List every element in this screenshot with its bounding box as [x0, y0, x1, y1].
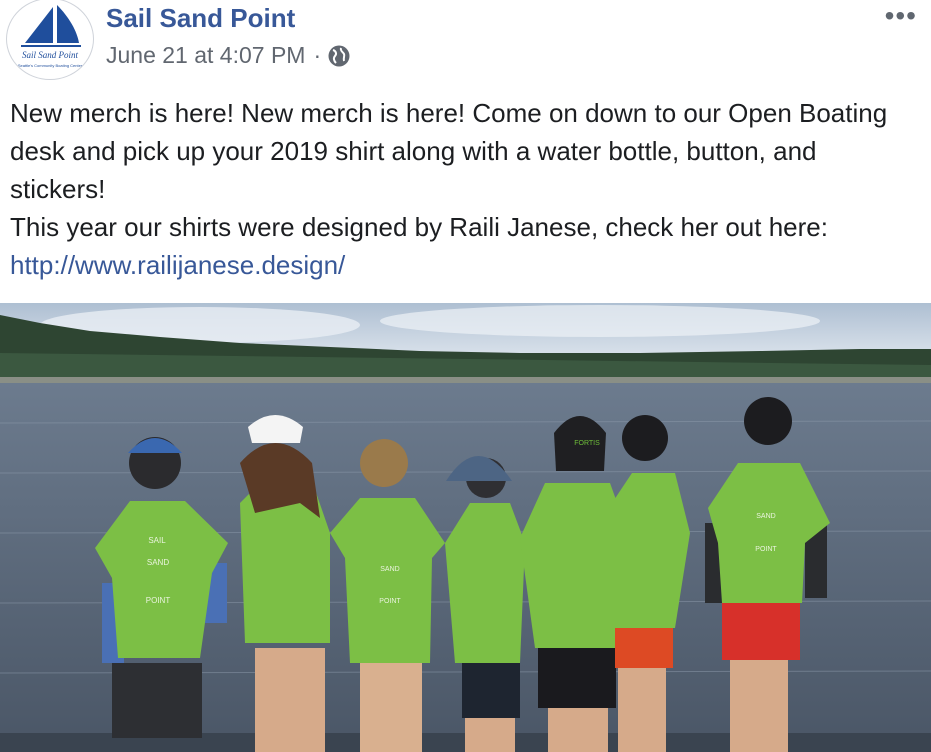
post-photo[interactable]: SAIL SAND POINT SAND POINT FORTIS SAND P… [0, 303, 931, 752]
designer-link[interactable]: http://www.railijanese.design/ [10, 250, 345, 280]
shirt-text-5: POINT [379, 598, 401, 605]
kids-at-lake-photo: SAIL SAND POINT SAND POINT FORTIS SAND P… [0, 303, 931, 752]
shirt-text-6: SAND [756, 513, 775, 520]
post-meta: June 21 at 4:07 PM · [106, 42, 351, 69]
shirt-text-3: POINT [146, 596, 171, 605]
hat-text: FORTIS [574, 440, 600, 447]
globe-icon[interactable] [327, 44, 351, 68]
shirt-text-7: POINT [755, 546, 777, 553]
post-timestamp[interactable]: June 21 at 4:07 PM [106, 42, 305, 69]
post-message: New merch is here! New merch is here! Co… [10, 94, 915, 284]
more-options-icon[interactable]: ••• [885, 0, 917, 32]
logo-text: Sail Sand Point [22, 50, 78, 60]
post-paragraph-1: New merch is here! New merch is here! Co… [10, 98, 888, 204]
meta-separator: · [313, 42, 322, 68]
post-paragraph-2: This year our shirts were designed by Ra… [10, 208, 915, 284]
shirt-text-1: SAIL [148, 536, 166, 545]
logo-subtext: Seattle's Community Boating Center [18, 63, 83, 68]
shirt-text-4: SAND [380, 566, 399, 573]
shirt-text-2: SAND [147, 558, 169, 567]
post-header: Sail Sand Point Seattle's Community Boat… [0, 0, 931, 90]
post-paragraph-2-text: This year our shirts were designed by Ra… [10, 212, 828, 242]
page-avatar[interactable]: Sail Sand Point Seattle's Community Boat… [6, 0, 94, 80]
page-name-link[interactable]: Sail Sand Point [106, 3, 295, 34]
sail-sand-point-logo: Sail Sand Point Seattle's Community Boat… [18, 5, 83, 68]
